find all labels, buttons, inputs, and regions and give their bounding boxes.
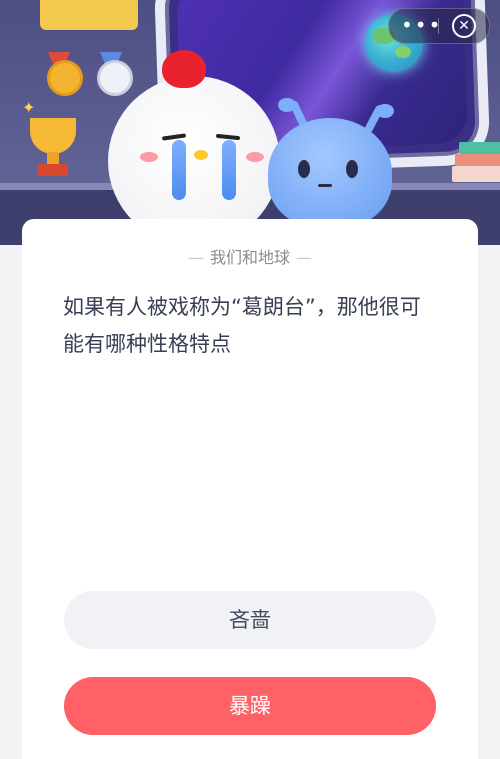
silver-medal-icon: [97, 60, 133, 96]
question-card: — 我们和地球 — 如果有人被戏称为“葛朗台”，那他很可能有哪种性格特点 吝啬 暴躁: [22, 219, 478, 759]
gold-medal-icon: [47, 60, 83, 96]
trophy-icon: [30, 118, 76, 154]
books-illustration: [459, 142, 500, 154]
chick-comb: [162, 50, 206, 88]
alien-mascot: [268, 118, 392, 228]
tear-icon: [222, 140, 236, 200]
illustration-header: ✦ ••• ✕: [0, 0, 500, 245]
tear-icon: [172, 140, 186, 200]
answer-option-1[interactable]: 吝啬: [64, 591, 436, 649]
category-label: 我们和地球: [209, 248, 290, 267]
quiz-category: — 我们和地球 —: [187, 248, 312, 267]
answer-option-2[interactable]: 暴躁: [64, 677, 436, 735]
close-circle-icon[interactable]: ✕: [452, 14, 476, 38]
medal-box: [40, 0, 138, 30]
more-dots-icon[interactable]: •••: [401, 15, 442, 35]
miniprogram-capsule: ••• ✕: [388, 8, 490, 44]
sparkle-icon: ✦: [22, 98, 36, 117]
question-text: 如果有人被戏称为“葛朗台”，那他很可能有哪种性格特点: [63, 295, 421, 356]
